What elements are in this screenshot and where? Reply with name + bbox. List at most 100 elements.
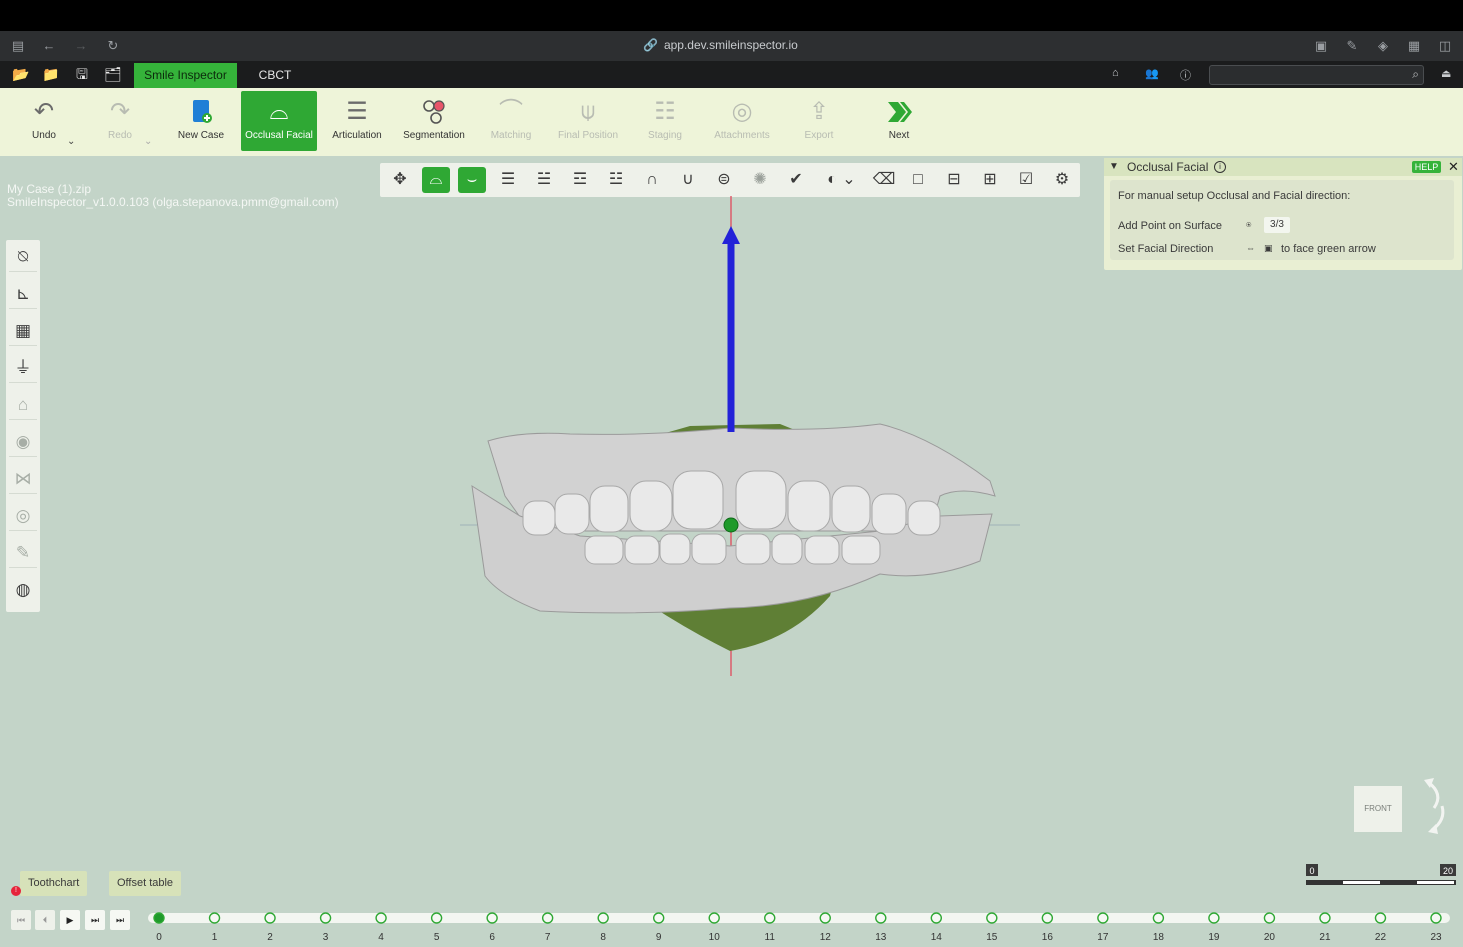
- prev-stage-icon[interactable]: ⏴: [35, 910, 55, 930]
- users-icon[interactable]: 👥: [1145, 67, 1159, 80]
- single-view-icon[interactable]: □: [904, 167, 932, 193]
- stage-node[interactable]: [208, 912, 221, 924]
- stage-node[interactable]: [1208, 912, 1220, 924]
- stage-node[interactable]: [319, 912, 332, 924]
- reader-icon[interactable]: ▦: [1405, 37, 1423, 55]
- stage-node[interactable]: [708, 912, 720, 924]
- stage-node[interactable]: [930, 912, 943, 924]
- stage-node[interactable]: [1374, 912, 1387, 924]
- tab-smile-inspector[interactable]: Smile Inspector: [134, 63, 237, 88]
- stage-node[interactable]: [1319, 912, 1331, 924]
- split-view-icon[interactable]: ◫: [1436, 37, 1454, 55]
- lower-jaw-view-icon[interactable]: ⌣: [458, 167, 486, 193]
- stage-timeline[interactable]: 0 1 2 3 4 5 6 7 8 9 10 11 12 13 14 15 16 17 18 19 20 21 22 23: [148, 910, 1450, 946]
- undo-dropdown-chevron-icon[interactable]: ⌄: [67, 136, 75, 147]
- extension-icon[interactable]: ▣: [1312, 37, 1330, 55]
- stage-node[interactable]: [375, 912, 387, 924]
- stage-node[interactable]: [1430, 912, 1442, 924]
- new-case-button[interactable]: New Case: [163, 91, 239, 151]
- occlusion-view-icon[interactable]: ☱: [530, 167, 558, 193]
- settings-gear-icon[interactable]: ⚙: [1048, 167, 1076, 193]
- tooth-search-icon[interactable]: ⍉: [9, 243, 37, 272]
- stage-node[interactable]: [1263, 912, 1276, 924]
- measure-icon[interactable]: ⌂: [9, 391, 37, 420]
- occlusal-plane-icon[interactable]: ⏚: [9, 354, 37, 383]
- staging-button[interactable]: ☷ Staging: [627, 91, 703, 151]
- upper-arch-icon[interactable]: ∩: [638, 167, 666, 193]
- stage-node[interactable]: [652, 912, 665, 924]
- save-as-icon[interactable]: 🗂: [104, 66, 122, 82]
- collapse-chevron-icon[interactable]: ▼: [1109, 158, 1119, 176]
- 3d-viewport[interactable]: My Case (1).zip SmileInspector_v1.0.0.10…: [0, 156, 1463, 947]
- offset-table-tab[interactable]: Offset table: [109, 871, 182, 896]
- address-bar[interactable]: 🔗 app.dev.smileinspector.io: [643, 38, 798, 52]
- move-icon[interactable]: ✥: [386, 167, 414, 193]
- matching-button[interactable]: ⌒ Matching: [473, 91, 549, 151]
- stage-node[interactable]: [597, 912, 609, 924]
- sidebar-toggle-icon[interactable]: ▤: [9, 37, 27, 55]
- tooth-edit-icon[interactable]: ✎: [9, 539, 37, 568]
- open-folder-icon[interactable]: 📂: [12, 66, 30, 82]
- dental-model-scene[interactable]: [460, 196, 1020, 676]
- side-view-icon[interactable]: ☲: [566, 167, 594, 193]
- export-button[interactable]: ⇪ Export: [781, 91, 857, 151]
- tooth-grid-icon[interactable]: ✺: [746, 167, 774, 193]
- stage-node[interactable]: [875, 912, 887, 924]
- info-icon[interactable]: i: [1214, 161, 1226, 173]
- stage-node[interactable]: [153, 912, 165, 924]
- attachment-icon[interactable]: ◎: [9, 502, 37, 531]
- approve-icon[interactable]: ☑: [1012, 167, 1040, 193]
- stage-node[interactable]: [541, 912, 554, 924]
- upper-jaw-view-icon[interactable]: ⌓: [422, 167, 450, 193]
- stage-node[interactable]: [1097, 912, 1109, 924]
- forward-icon[interactable]: →: [72, 37, 90, 55]
- axes-icon[interactable]: ⊾: [9, 280, 37, 309]
- first-stage-icon[interactable]: ⏮: [11, 910, 31, 930]
- play-icon[interactable]: ▶: [60, 910, 80, 930]
- save-icon[interactable]: 🖫: [73, 66, 91, 82]
- help-button[interactable]: HELP: [1412, 161, 1441, 173]
- final-position-button[interactable]: ⍦ Final Position: [550, 91, 626, 151]
- search-input[interactable]: ⌕: [1209, 65, 1424, 85]
- occlusal-facial-button[interactable]: ⌓ Occlusal Facial: [241, 91, 317, 151]
- both-jaws-view-icon[interactable]: ☰: [494, 167, 522, 193]
- ipr-icon[interactable]: ⋈: [9, 465, 37, 494]
- home-icon[interactable]: ⌂: [1112, 67, 1119, 79]
- reload-icon[interactable]: ↻: [104, 37, 122, 55]
- back-icon[interactable]: ←: [40, 37, 58, 55]
- scan-icon[interactable]: ◍: [9, 576, 37, 604]
- stage-node[interactable]: [264, 912, 276, 924]
- stage-node[interactable]: [1152, 912, 1165, 924]
- view-cube-front[interactable]: FRONT: [1354, 786, 1402, 832]
- logout-icon[interactable]: ⏏: [1441, 67, 1451, 80]
- green-surface-point[interactable]: [723, 517, 739, 533]
- close-icon[interactable]: ✕: [1448, 158, 1459, 176]
- attachments-button[interactable]: ◎ Attachments: [704, 91, 780, 151]
- open-file-icon[interactable]: 📁: [42, 66, 60, 82]
- segmentation-button[interactable]: Segmentation: [396, 91, 472, 151]
- stage-node[interactable]: [1041, 912, 1054, 924]
- stage-node[interactable]: [986, 912, 998, 924]
- layers-icon[interactable]: ◈: [1374, 37, 1392, 55]
- eraser-icon[interactable]: ⌫: [870, 167, 898, 193]
- next-button[interactable]: Next: [861, 91, 937, 151]
- last-stage-icon[interactable]: ⏭: [110, 910, 130, 930]
- help-circle-icon[interactable]: ⓘ: [1180, 67, 1191, 83]
- split-horizontal-icon[interactable]: ⊟: [940, 167, 968, 193]
- implant-icon[interactable]: ◉: [9, 428, 37, 457]
- visibility-chevron-down-icon[interactable]: ⌄: [842, 167, 856, 193]
- articulation-button[interactable]: ☰ Articulation: [319, 91, 395, 151]
- bite-icon[interactable]: ⊜: [710, 167, 738, 193]
- stage-node[interactable]: [764, 912, 776, 924]
- toothchart-tab[interactable]: Toothchart: [20, 871, 88, 896]
- stage-node[interactable]: [486, 912, 498, 924]
- stage-node[interactable]: [430, 912, 443, 924]
- next-stage-icon[interactable]: ⏭: [85, 910, 105, 930]
- quad-view-icon[interactable]: ⊞: [976, 167, 1004, 193]
- lateral-view-icon[interactable]: ☳: [602, 167, 630, 193]
- tab-cbct[interactable]: CBCT: [254, 63, 296, 88]
- rotate-view-icon[interactable]: [1420, 776, 1450, 836]
- stage-node[interactable]: [819, 912, 831, 924]
- lower-arch-icon[interactable]: ∪: [674, 167, 702, 193]
- pen-icon[interactable]: ✎: [1343, 37, 1361, 55]
